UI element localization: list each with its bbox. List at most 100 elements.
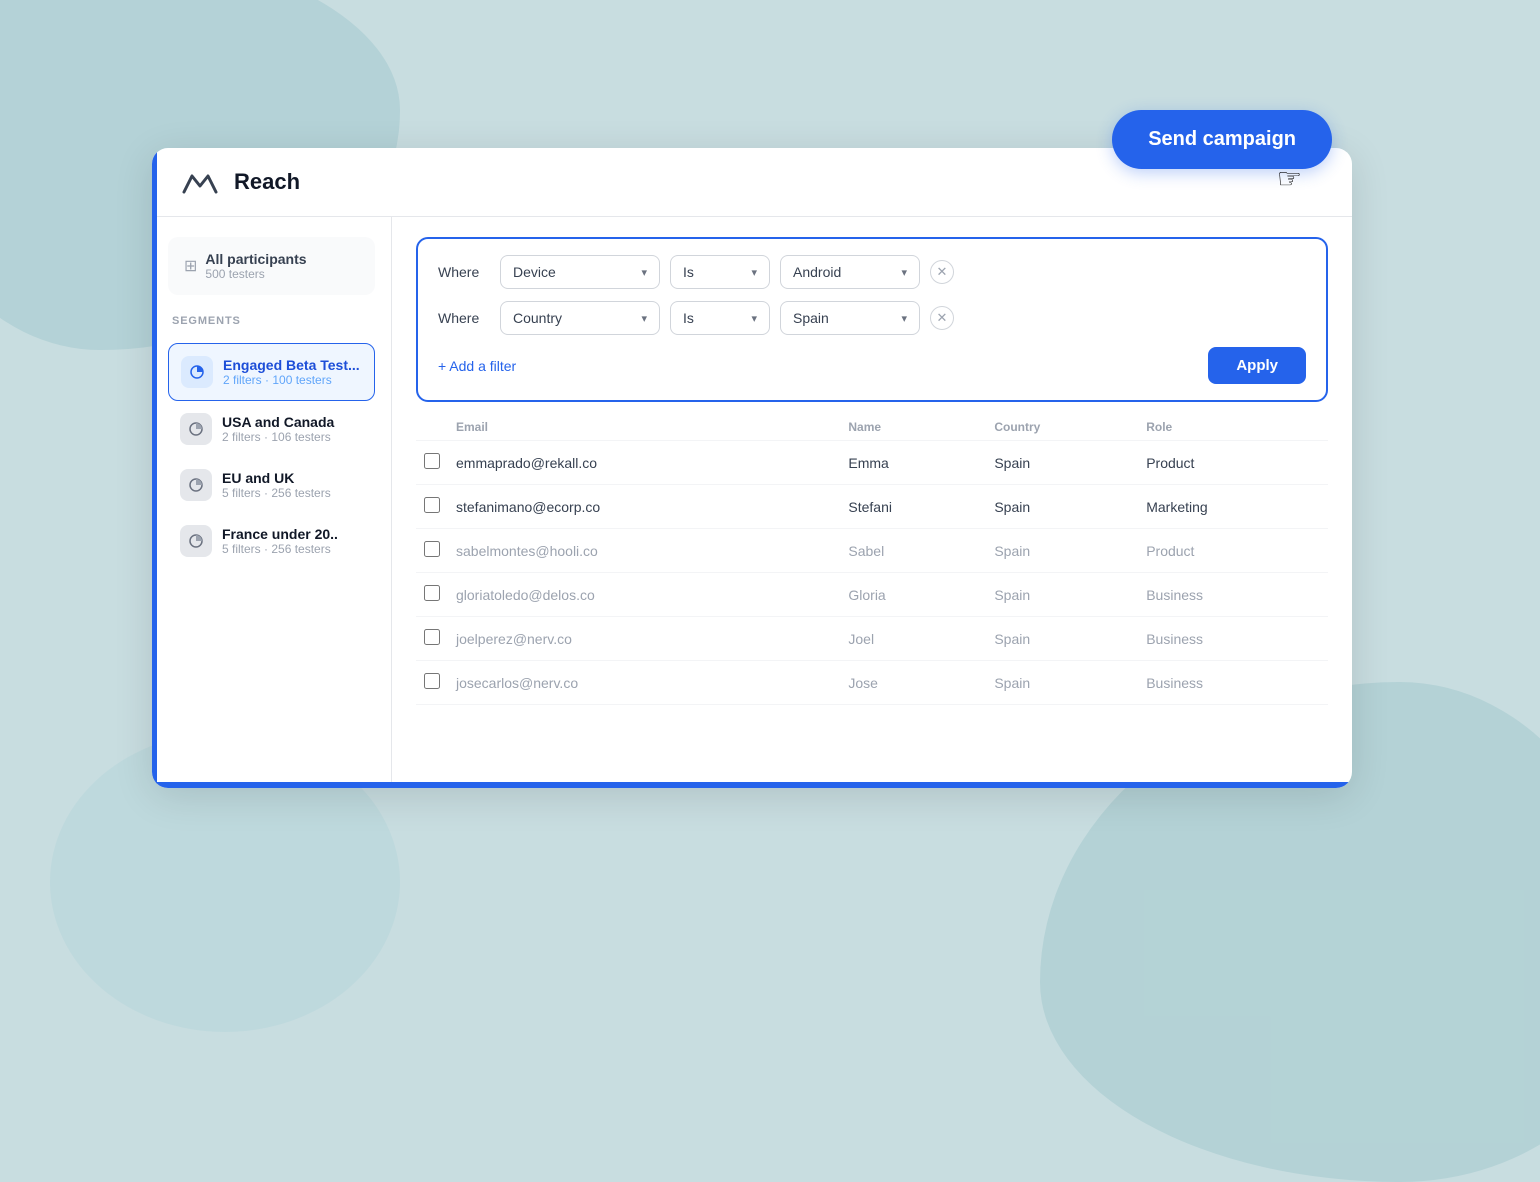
filter2-operator-select[interactable]: Is ▾ [670,301,770,335]
table-container: Email Name Country Role emmaprado@rekall… [416,414,1328,768]
segments-list: Engaged Beta Test... 2 filters · 100 tes… [168,343,375,569]
row-role: Business [1138,661,1328,705]
segment-name: EU and UK [222,470,331,486]
chevron-down-icon: ▾ [641,266,647,279]
segment-icon [180,413,212,445]
segment-icon [181,356,213,388]
row-checkbox-cell[interactable] [416,661,448,705]
all-participants-item[interactable]: ⊞ All participants 500 testers [168,237,375,295]
table-row: emmaprado@rekall.co Emma Spain Product [416,441,1328,485]
segment-icon [180,525,212,557]
row-checkbox-cell[interactable] [416,617,448,661]
main-content: Where Device ▾ Is ▾ Android ▾ ✕ [392,217,1352,788]
row-country: Spain [986,617,1138,661]
row-name: Sabel [840,529,986,573]
row-role: Business [1138,617,1328,661]
filter2-remove-button[interactable]: ✕ [930,306,954,330]
segment-info: EU and UK 5 filters · 256 testers [222,470,331,500]
row-name: Joel [840,617,986,661]
card-accent [152,148,157,788]
segment-meta: 5 filters · 256 testers [222,542,338,556]
row-checkbox[interactable] [424,673,440,689]
row-email: emmaprado@rekall.co [448,441,840,485]
sidebar-item-eu-uk[interactable]: EU and UK 5 filters · 256 testers [168,457,375,513]
row-name: Emma [840,441,986,485]
filter2-field-select[interactable]: Country ▾ [500,301,660,335]
row-role: Product [1138,529,1328,573]
filter-box: Where Device ▾ Is ▾ Android ▾ ✕ [416,237,1328,402]
row-checkbox[interactable] [424,453,440,469]
row-checkbox-cell[interactable] [416,573,448,617]
row-country: Spain [986,485,1138,529]
filter-row-1: Where Device ▾ Is ▾ Android ▾ ✕ [438,255,1306,289]
row-checkbox-cell[interactable] [416,529,448,573]
row-checkbox-cell[interactable] [416,485,448,529]
row-role: Product [1138,441,1328,485]
all-participants-count: 500 testers [205,267,306,281]
filter2-value-select[interactable]: Spain ▾ [780,301,920,335]
all-participants-label: All participants [205,251,306,267]
chevron-down-icon: ▾ [901,312,907,325]
row-email: stefanimano@ecorp.co [448,485,840,529]
filter1-value-select[interactable]: Android ▾ [780,255,920,289]
segment-name: Engaged Beta Test... [223,357,360,373]
filter1-label: Where [438,264,490,280]
chevron-down-icon: ▾ [641,312,647,325]
row-country: Spain [986,441,1138,485]
sidebar-item-france-under[interactable]: France under 20.. 5 filters · 256 tester… [168,513,375,569]
page-title: Reach [234,169,300,195]
table-row: gloriatoledo@delos.co Gloria Spain Busin… [416,573,1328,617]
chevron-down-icon: ▾ [901,266,907,279]
chevron-down-icon: ▾ [751,312,757,325]
sidebar-item-engaged-beta[interactable]: Engaged Beta Test... 2 filters · 100 tes… [168,343,375,401]
filter2-label: Where [438,310,490,326]
segment-icon [180,469,212,501]
row-checkbox[interactable] [424,497,440,513]
row-name: Gloria [840,573,986,617]
filter1-remove-button[interactable]: ✕ [930,260,954,284]
row-country: Spain [986,529,1138,573]
row-name: Stefani [840,485,986,529]
participants-icon: ⊞ [184,256,197,276]
segment-meta: 2 filters · 106 testers [222,430,334,444]
row-role: Marketing [1138,485,1328,529]
table-row: sabelmontes@hooli.co Sabel Spain Product [416,529,1328,573]
row-checkbox-cell[interactable] [416,441,448,485]
segment-name: France under 20.. [222,526,338,542]
col-country: Country [986,414,1138,441]
card-body: ⊞ All participants 500 testers SEGMENTS [152,217,1352,788]
filter1-field-select[interactable]: Device ▾ [500,255,660,289]
row-email: sabelmontes@hooli.co [448,529,840,573]
table-header-row: Email Name Country Role [416,414,1328,441]
filter-row-2: Where Country ▾ Is ▾ Spain ▾ ✕ [438,301,1306,335]
table-row: josecarlos@nerv.co Jose Spain Business [416,661,1328,705]
sidebar: ⊞ All participants 500 testers SEGMENTS [152,217,392,788]
row-checkbox[interactable] [424,541,440,557]
segment-info: USA and Canada 2 filters · 106 testers [222,414,334,444]
send-campaign-button[interactable]: Send campaign [1112,110,1332,169]
row-email: gloriatoledo@delos.co [448,573,840,617]
col-role: Role [1138,414,1328,441]
add-filter-button[interactable]: + Add a filter [438,358,516,374]
col-name: Name [840,414,986,441]
segment-meta: 5 filters · 256 testers [222,486,331,500]
row-checkbox[interactable] [424,585,440,601]
chevron-down-icon: ▾ [751,266,757,279]
col-email: Email [448,414,840,441]
table-row: joelperez@nerv.co Joel Spain Business [416,617,1328,661]
testers-table: Email Name Country Role emmaprado@rekall… [416,414,1328,705]
row-email: joelperez@nerv.co [448,617,840,661]
filter1-operator-select[interactable]: Is ▾ [670,255,770,289]
row-country: Spain [986,661,1138,705]
row-role: Business [1138,573,1328,617]
col-checkbox [416,414,448,441]
row-name: Jose [840,661,986,705]
apply-button[interactable]: Apply [1208,347,1306,384]
segment-info: Engaged Beta Test... 2 filters · 100 tes… [223,357,360,387]
table-body: emmaprado@rekall.co Emma Spain Product s… [416,441,1328,705]
filter-actions: + Add a filter Apply [438,347,1306,384]
logo-icon [180,168,220,196]
sidebar-item-usa-canada[interactable]: USA and Canada 2 filters · 106 testers [168,401,375,457]
row-checkbox[interactable] [424,629,440,645]
segment-name: USA and Canada [222,414,334,430]
